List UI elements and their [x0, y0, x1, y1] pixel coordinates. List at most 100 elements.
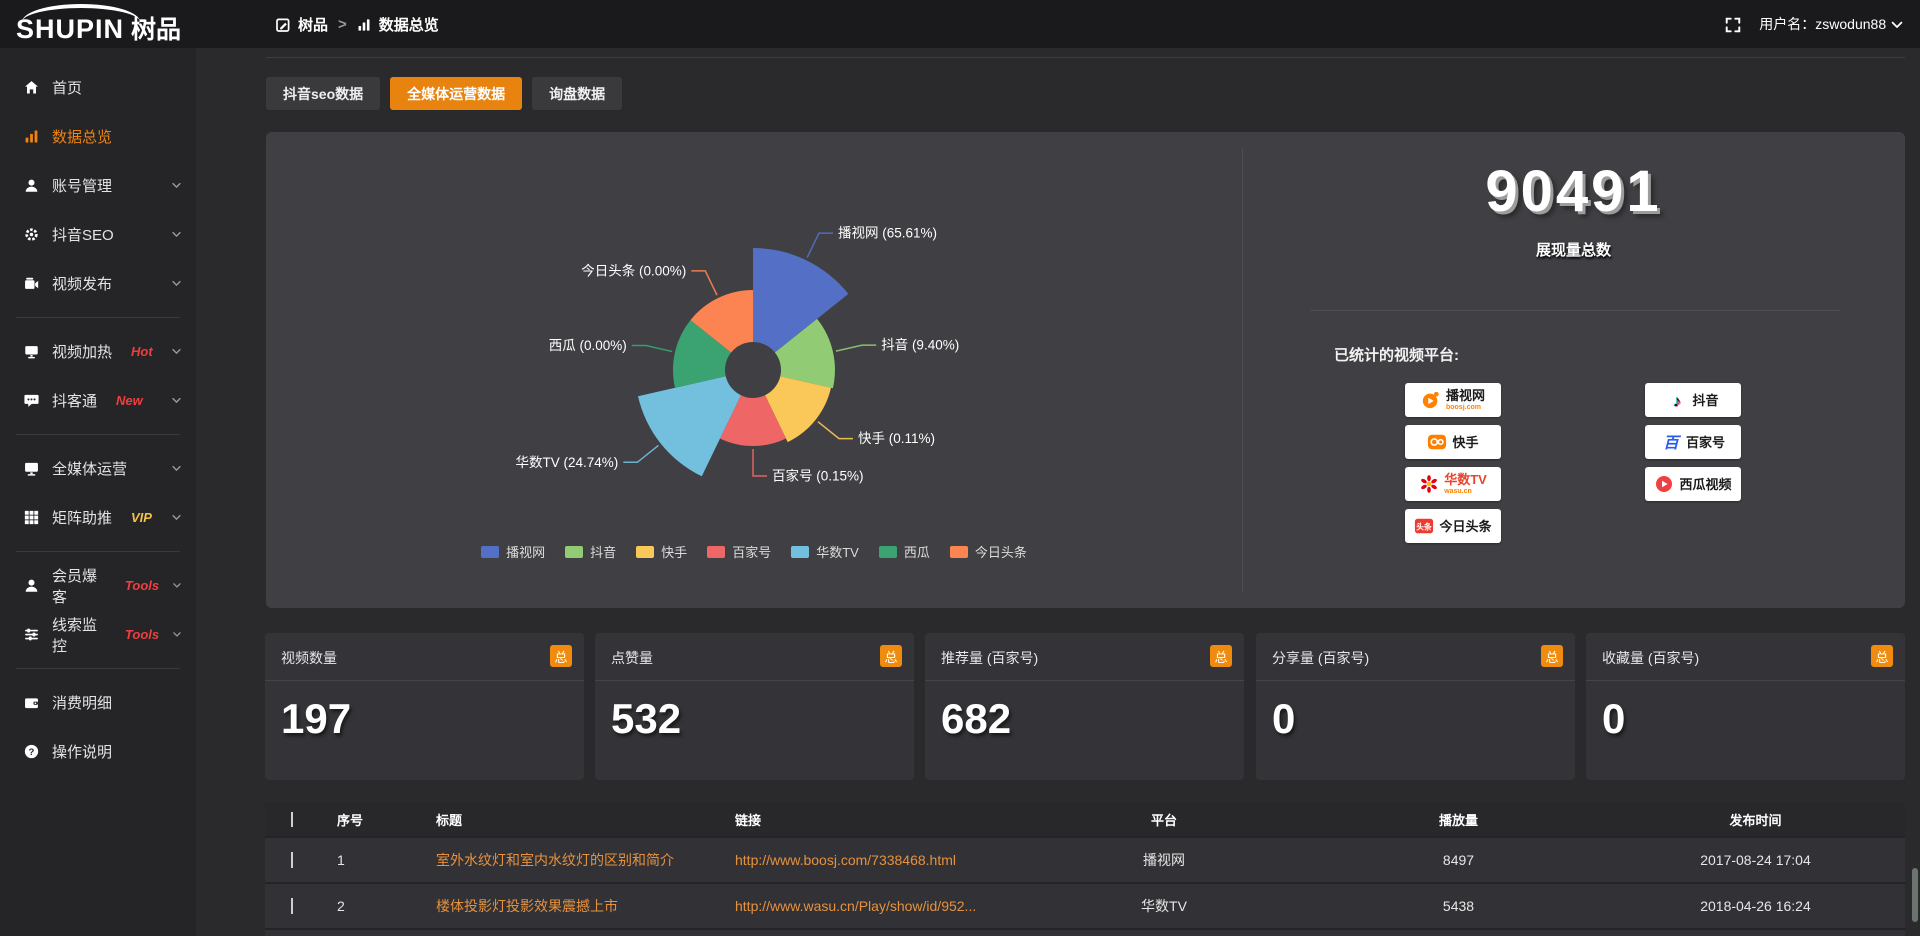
sidebar-item-label: 操作说明 — [52, 741, 112, 762]
platform-badge-toutiao[interactable]: 头条今日头条 — [1405, 509, 1501, 543]
chevron-down-icon — [171, 512, 182, 523]
fullscreen-icon[interactable] — [1725, 15, 1741, 32]
legend-item-6[interactable]: 今日头条 — [950, 542, 1027, 561]
row-platform: 华数TV — [1017, 896, 1311, 916]
stat-card-divider — [925, 680, 1244, 681]
legend-item-1[interactable]: 抖音 — [565, 542, 616, 561]
sidebar-item-clue-monitor[interactable]: 线索监控Tools — [0, 610, 196, 659]
sidebar-item-matrix-boost[interactable]: 矩阵助推 VIP — [0, 493, 196, 542]
total-badge[interactable]: 总 — [1871, 645, 1893, 667]
overview-chart-card: 播视网 (65.61%)抖音 (9.40%)快手 (0.11%)百家号 (0.1… — [266, 132, 1905, 608]
row-platform: 播视网 — [1017, 850, 1311, 870]
legend-item-4[interactable]: 华数TV — [791, 542, 859, 561]
platform-badge-douyin[interactable]: ♪♪♪抖音 — [1645, 383, 1741, 417]
select-all-checkbox[interactable] — [291, 812, 293, 827]
video-url-link[interactable]: http://www.boosj.com/7338468.html — [735, 852, 956, 868]
pie-label-line-6 — [691, 271, 717, 295]
column-header-5: 发布时间 — [1606, 810, 1905, 829]
sidebar-item-member-burst[interactable]: 会员爆客Tools — [0, 561, 196, 610]
total-badge[interactable]: 总 — [1210, 645, 1232, 667]
stat-card-title: 推荐量 (百家号) — [941, 648, 1038, 668]
legend-label: 百家号 — [732, 542, 771, 561]
fullscreen-icon — [1725, 17, 1741, 33]
sidebar-item-badge: VIP — [131, 510, 152, 525]
total-badge[interactable]: 总 — [1541, 645, 1563, 667]
sidebar-item-label: 矩阵助推 — [52, 507, 112, 528]
platform-badge-boosj[interactable]: 播视网boosj.com — [1405, 383, 1501, 417]
tab-douyin-seo-data[interactable]: 抖音seo数据 — [266, 77, 380, 110]
breadcrumb-item-root[interactable]: 树品 — [298, 14, 328, 35]
chevron-down-icon — [171, 229, 182, 240]
sidebar-item-label: 视频发布 — [52, 273, 112, 294]
legend-item-0[interactable]: 播视网 — [481, 542, 545, 561]
total-badge[interactable]: 总 — [550, 645, 572, 667]
pie-label-1: 抖音 (9.40%) — [881, 337, 959, 353]
data-tabs: 抖音seo数据全媒体运营数据询盘数据 — [266, 77, 622, 110]
breadcrumb-item-current[interactable]: 数据总览 — [379, 14, 439, 35]
video-title-link[interactable]: 楼体投影灯投影效果震撼上市 — [436, 898, 618, 914]
sidebar-item-operation-guide[interactable]: ? 操作说明 — [0, 727, 196, 776]
stat-card-title: 点赞量 — [611, 648, 653, 668]
app-logo: SHUPIN 树品 — [16, 2, 181, 43]
svg-text:百: 百 — [1663, 435, 1681, 452]
sidebar-divider — [16, 434, 180, 435]
username-display[interactable]: 用户名：zswodun88 — [1759, 14, 1904, 34]
sidebar-item-video-publish[interactable]: 视频发布 — [0, 259, 196, 308]
column-header-4: 播放量 — [1311, 810, 1606, 829]
legend-item-2[interactable]: 快手 — [636, 542, 687, 561]
row-time: 2017-08-24 17:04 — [1606, 852, 1905, 868]
video-publish-icon — [24, 276, 39, 291]
tab-media-operation-data[interactable]: 全媒体运营数据 — [390, 77, 522, 110]
row-index: 2 — [319, 898, 418, 914]
stat-card-0: 视频数量总197 — [265, 633, 584, 780]
help-icon: ? — [24, 744, 39, 759]
sidebar-item-badge: Tools — [125, 578, 159, 593]
sidebar-item-video-heat[interactable]: 视频加热Hot — [0, 327, 196, 376]
row-plays: 5438 — [1311, 898, 1606, 914]
sidebar-item-label: 数据总览 — [52, 126, 112, 147]
row-select-cell — [265, 852, 319, 868]
sidebar-item-data-overview[interactable]: 数据总览 — [0, 112, 196, 161]
pie-label-line-2 — [818, 422, 853, 439]
stat-card-4: 收藏量 (百家号)总0 — [1586, 633, 1905, 780]
platform-badge-baijia[interactable]: 百百家号 — [1645, 425, 1741, 459]
table-row-0: 1室外水纹灯和室内水纹灯的区别和简介http://www.boosj.com/7… — [265, 836, 1905, 882]
stat-card-title: 分享量 (百家号) — [1272, 648, 1369, 668]
chat-icon — [24, 393, 39, 408]
legend-item-5[interactable]: 西瓜 — [879, 542, 930, 561]
pie-legend: 播视网 抖音 快手 百家号 华数TV 西瓜 今日头条 — [266, 542, 1242, 561]
platform-badge-wasu[interactable]: 华数TVwasu.cn — [1405, 467, 1501, 501]
platform-badge-name: 抖音 — [1692, 394, 1718, 407]
legend-swatch — [879, 546, 897, 558]
platform-badge-name: 播视网 — [1446, 389, 1485, 402]
member-icon — [24, 578, 39, 593]
video-url-link[interactable]: http://www.wasu.cn/Play/show/id/952... — [735, 898, 976, 914]
pie-slice-4[interactable] — [638, 376, 741, 476]
sidebar-item-label: 消费明细 — [52, 692, 112, 713]
pie-label-line-3 — [753, 449, 767, 476]
breadcrumb: 树品 > 数据总览 — [276, 0, 439, 48]
sidebar-item-media-operation[interactable]: 全媒体运营 — [0, 444, 196, 493]
sidebar-item-douketong[interactable]: 抖客通New — [0, 376, 196, 425]
total-badge[interactable]: 总 — [880, 645, 902, 667]
legend-label: 华数TV — [816, 542, 859, 561]
row-checkbox[interactable] — [291, 852, 293, 868]
scrollbar-thumb[interactable] — [1912, 868, 1918, 922]
tab-inquiry-data[interactable]: 询盘数据 — [532, 77, 622, 110]
video-title-link[interactable]: 室外水纹灯和室内水纹灯的区别和简介 — [436, 852, 674, 868]
sidebar-item-consume-detail[interactable]: 消费明细 — [0, 678, 196, 727]
sidebar-item-douyin-seo[interactable]: 抖音SEO — [0, 210, 196, 259]
sidebar-item-home[interactable]: 首页 — [0, 63, 196, 112]
chevron-down-icon — [1890, 18, 1904, 32]
legend-item-3[interactable]: 百家号 — [707, 542, 771, 561]
chevron-down-icon — [171, 463, 182, 474]
username-value: zswodun88 — [1815, 16, 1886, 32]
platform-badge-name: 今日头条 — [1439, 520, 1491, 533]
header-divider — [266, 57, 1905, 58]
sidebar-item-account-manage[interactable]: 账号管理 — [0, 161, 196, 210]
platform-badge-kuaishou[interactable]: 快手 — [1405, 425, 1501, 459]
platform-badge-xigua[interactable]: 西瓜视频 — [1645, 467, 1741, 501]
select-all-cell — [265, 812, 319, 827]
sidebar-item-badge: Tools — [125, 627, 159, 642]
row-checkbox[interactable] — [291, 898, 293, 914]
